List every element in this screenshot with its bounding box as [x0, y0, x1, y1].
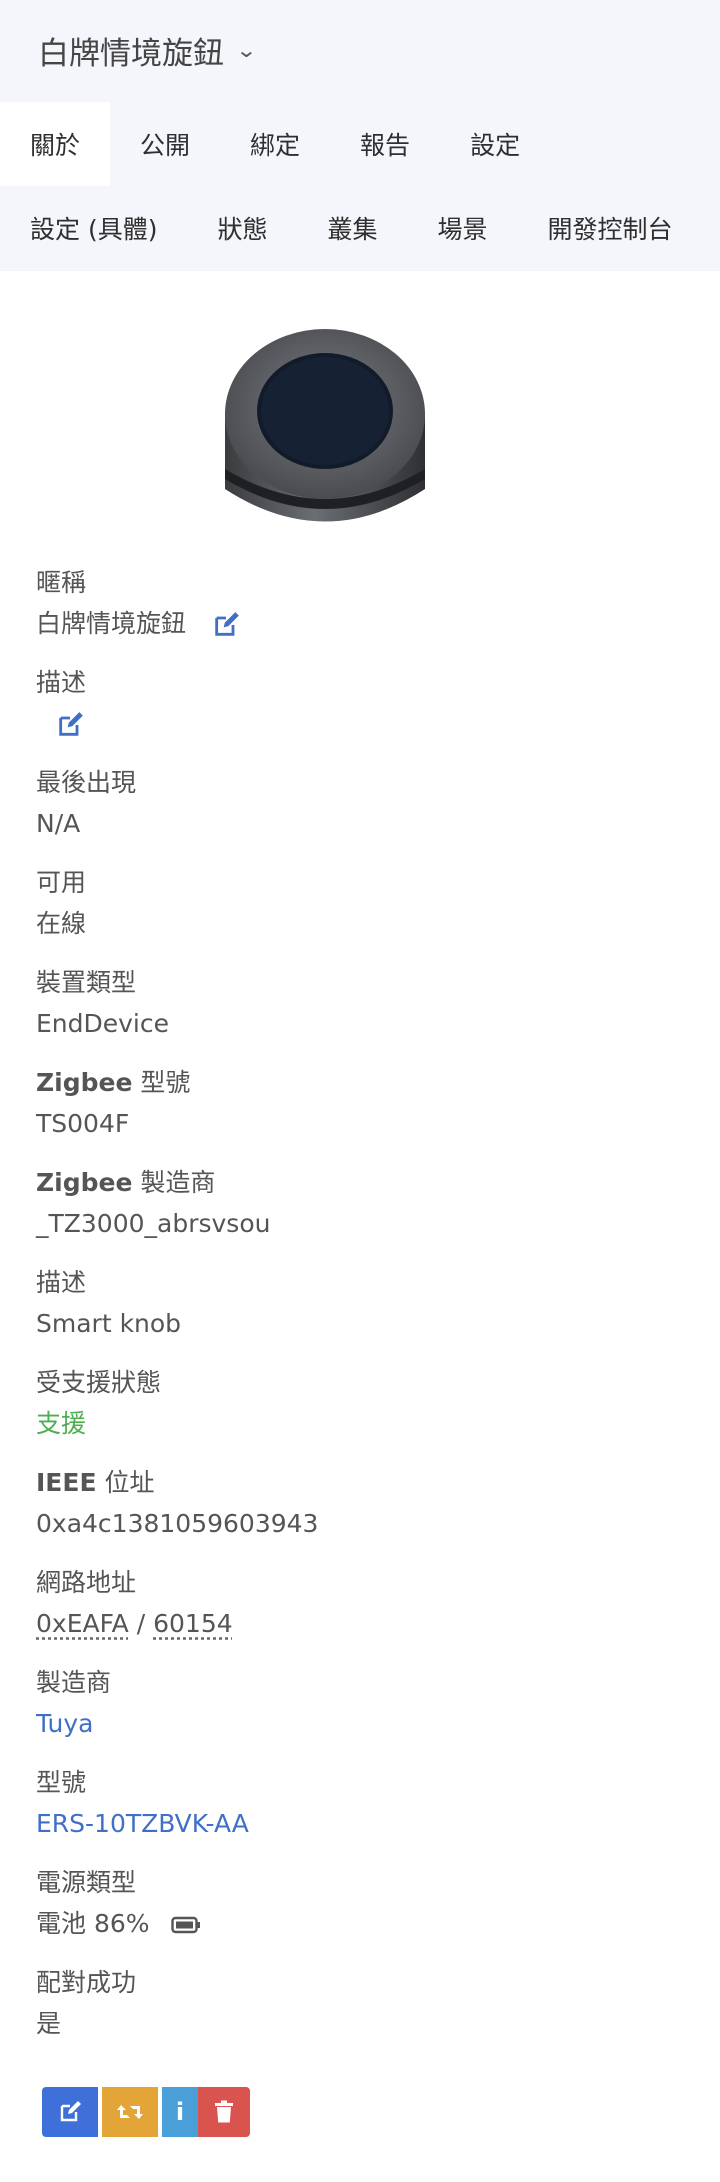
chevron-down-icon[interactable]: ⌄	[235, 38, 257, 62]
page-header: 白牌情境旋鈕 ⌄	[0, 0, 720, 100]
ieee-label: IEEE 位址	[36, 1468, 155, 1497]
network-address-separator: /	[128, 1609, 154, 1638]
support-status-value: 支援	[36, 1409, 87, 1438]
nickname-value: 白牌情境旋鈕	[36, 609, 187, 638]
device-info-button[interactable]: i	[162, 2087, 198, 2137]
retweet-icon	[117, 2105, 143, 2119]
reconfigure-button[interactable]	[102, 2087, 158, 2137]
support-status-label: 受支援狀態	[36, 1368, 162, 1397]
availability-label: 可用	[36, 868, 87, 897]
edit-icon	[60, 2101, 81, 2122]
tab-about[interactable]: 關於	[0, 102, 111, 186]
device-type-value: EndDevice	[36, 1009, 170, 1038]
network-address-label: 網路地址	[36, 1568, 137, 1597]
ieee-value: 0xa4c1381059603943	[36, 1509, 319, 1538]
power-type-value: 電池 86%	[36, 1909, 150, 1938]
network-address-dec: 60154	[153, 1609, 233, 1638]
zigbee-model-label: Zigbee 型號	[36, 1068, 191, 1097]
availability-value: 在線	[36, 909, 87, 938]
edit-icon[interactable]	[212, 611, 240, 639]
model-label: 型號	[36, 1768, 87, 1797]
tab-reporting[interactable]: 報告	[330, 102, 440, 186]
info-icon: i	[175, 2098, 185, 2126]
last-seen-label: 最後出現	[36, 768, 137, 797]
tab-settings-specific[interactable]: 設定 (具體)	[0, 186, 187, 270]
nickname-label: 暱稱	[36, 568, 87, 597]
tab-dev-console[interactable]: 開發控制台	[518, 186, 703, 270]
last-seen-value: N/A	[36, 809, 81, 838]
battery-icon	[171, 1916, 201, 1934]
interview-label: 配對成功	[36, 1968, 137, 1997]
device-title: 白牌情境旋鈕	[38, 35, 224, 72]
tab-bind[interactable]: 綁定	[220, 102, 330, 186]
about-content: 暱稱 白牌情境旋鈕 描述 最後出現 N/A 可用 在線 裝置類型 EndDevi…	[0, 271, 720, 2137]
zigbee-manufacturer-label: Zigbee 製造商	[36, 1168, 216, 1197]
network-address-hex: 0xEAFA	[36, 1609, 129, 1638]
remove-device-button[interactable]	[198, 2087, 250, 2137]
zigbee-model-value: TS004F	[36, 1109, 130, 1138]
tab-scene[interactable]: 場景	[408, 186, 518, 270]
device-actions: i	[42, 2087, 684, 2137]
manufacturer-link[interactable]: Tuya	[36, 1703, 684, 1745]
tab-state[interactable]: 狀態	[187, 186, 297, 270]
tab-settings[interactable]: 設定	[440, 102, 550, 186]
trash-icon	[215, 2100, 233, 2123]
description-value: Smart knob	[36, 1309, 182, 1338]
interview-value: 是	[36, 2009, 62, 2038]
model-link[interactable]: ERS-10TZBVK-AA	[36, 1803, 684, 1845]
description-label: 描述	[36, 1268, 87, 1297]
rename-button[interactable]	[42, 2087, 98, 2137]
manufacturer-label: 製造商	[36, 1668, 112, 1697]
device-type-label: 裝置類型	[36, 968, 137, 997]
device-image	[225, 329, 425, 522]
edit-description-icon[interactable]	[56, 711, 84, 739]
tab-exposes[interactable]: 公開	[110, 102, 220, 186]
description-edit-label: 描述	[36, 668, 87, 697]
tab-bar: 關於 公開 綁定 報告 設定 設定 (具體) 狀態 叢集 場景 開發控制台	[0, 100, 720, 271]
tab-clusters[interactable]: 叢集	[297, 186, 407, 270]
zigbee-manufacturer-value: _TZ3000_abrsvsou	[36, 1209, 271, 1238]
power-type-label: 電源類型	[36, 1868, 137, 1897]
